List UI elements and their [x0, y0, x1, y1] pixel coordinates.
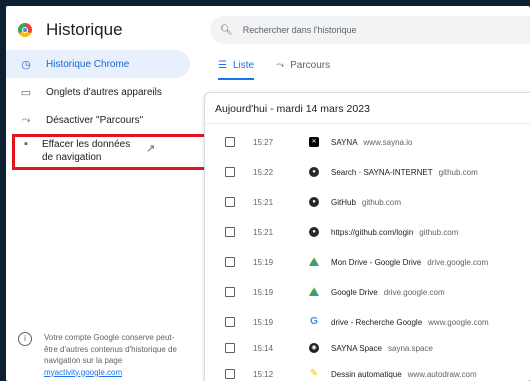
journeys-icon: ⤳	[276, 59, 285, 71]
tab-list[interactable]: ☰ Liste	[218, 50, 255, 80]
row-title[interactable]: SAYNA Space	[331, 344, 382, 353]
clock-icon: ◷	[21, 58, 31, 71]
tab-label: Liste	[232, 59, 255, 71]
row-title[interactable]: SAYNA	[331, 138, 358, 147]
row-time: 15:19	[253, 317, 274, 327]
row-title[interactable]: drive - Recherche Google	[331, 318, 422, 327]
history-row[interactable]: 15:19 G drive - Recherche Google www.goog…	[205, 311, 530, 333]
history-row[interactable]: 15:19 ▲ Mon Drive - Google Drive drive.go…	[205, 251, 530, 273]
row-time: 15:27	[253, 137, 274, 147]
row-time: 15:19	[253, 287, 274, 297]
row-time: 15:19	[253, 257, 274, 267]
row-time: 15:22	[253, 167, 274, 177]
myactivity-link[interactable]: myactivity.google.com	[44, 368, 122, 377]
row-domain: www.sayna.io	[363, 137, 413, 147]
sidebar-item-label: Onglets d'autres appareils	[46, 86, 162, 98]
row-title[interactable]: Search · SAYNA-INTERNET	[331, 168, 433, 177]
sidebar-item-disable-journeys[interactable]: ⤳ Désactiver "Parcours"	[6, 106, 190, 134]
date-header: Aujourd'hui - mardi 14 mars 2023	[215, 103, 370, 115]
history-row[interactable]: 15:14 ◉ SAYNA Space sayna.space	[205, 337, 530, 359]
sayna-space-icon: ◉	[309, 343, 319, 353]
drive-icon: ▲	[309, 257, 319, 266]
row-title[interactable]: Mon Drive - Google Drive	[331, 258, 421, 267]
search-icon: 🔍︎	[220, 24, 233, 36]
row-checkbox[interactable]	[225, 257, 235, 267]
history-row[interactable]: 15:22 ● Search · SAYNA-INTERNET github.co…	[205, 161, 530, 183]
sidebar-item-label: Désactiver "Parcours"	[46, 114, 144, 126]
history-row[interactable]: 15:19 ▲ Google Drive drive.google.com	[205, 281, 530, 303]
history-row[interactable]: 15:12 ✎ Dessin automatique www.autodraw.c…	[205, 363, 530, 381]
app-header: Historique	[18, 18, 123, 42]
sayna-icon: ✕	[309, 137, 319, 147]
row-checkbox[interactable]	[225, 227, 235, 237]
row-checkbox[interactable]	[225, 167, 235, 177]
row-checkbox[interactable]	[225, 137, 235, 147]
history-page: Historique ◷ Historique Chrome ▭ Onglets…	[6, 6, 530, 381]
journeys-off-icon: ⤳	[21, 113, 31, 126]
devices-icon: ▭	[20, 86, 32, 99]
row-title[interactable]: Google Drive	[331, 288, 378, 297]
sidebar-item-other-devices[interactable]: ▭ Onglets d'autres appareils	[6, 78, 190, 106]
row-title[interactable]: Dessin automatique	[331, 370, 402, 379]
drive-icon: ▲	[309, 287, 319, 296]
search-input[interactable]	[240, 24, 505, 36]
info-icon: i	[18, 332, 32, 346]
row-domain: www.autodraw.com	[407, 369, 477, 379]
row-domain: www.google.com	[428, 317, 489, 327]
row-time: 15:21	[253, 197, 274, 207]
sidebar-item-label: Historique Chrome	[46, 58, 130, 70]
google-icon: G	[310, 316, 318, 327]
row-time: 15:21	[253, 227, 274, 237]
row-title[interactable]: https://github.com/login	[331, 228, 413, 237]
row-checkbox[interactable]	[225, 317, 235, 327]
github-icon: ●	[309, 227, 319, 237]
tab-label: Parcours	[290, 59, 331, 71]
row-checkbox[interactable]	[225, 343, 235, 353]
list-icon: ☰	[218, 59, 227, 71]
github-icon: ●	[309, 167, 319, 177]
history-card: Aujourd'hui - mardi 14 mars 2023 15:27 ✕…	[204, 92, 530, 381]
row-checkbox[interactable]	[225, 197, 235, 207]
footer-text: Votre compte Google conserve peut-être d…	[44, 333, 177, 377]
github-icon: ●	[309, 197, 319, 207]
row-time: 15:12	[253, 369, 274, 379]
divider	[205, 123, 530, 124]
chrome-logo-icon	[18, 23, 32, 37]
row-domain: sayna.space	[388, 343, 433, 353]
page-title: Historique	[46, 20, 123, 39]
history-row[interactable]: 15:27 ✕ SAYNA www.sayna.io	[205, 131, 530, 153]
autodraw-icon: ✎	[309, 368, 319, 379]
main-content: 🔍︎ ☰ Liste ⤳ Parcours Aujourd'hui - mard…	[198, 6, 530, 381]
highlight-annotation-box	[12, 134, 210, 170]
sidebar-footer: i Votre compte Google conserve peut-être…	[18, 332, 188, 378]
sidebar: Historique ◷ Historique Chrome ▭ Onglets…	[6, 6, 210, 381]
row-domain: github.com	[361, 197, 402, 207]
row-checkbox[interactable]	[225, 369, 235, 379]
sidebar-item-chrome-history[interactable]: ◷ Historique Chrome	[6, 50, 190, 78]
row-checkbox[interactable]	[225, 287, 235, 297]
row-domain: drive.google.com	[383, 287, 445, 297]
row-domain: github.com	[438, 167, 478, 177]
row-domain: drive.google.com	[427, 257, 489, 267]
history-row[interactable]: 15:21 ● GitHub github.com	[205, 191, 530, 213]
row-title[interactable]: GitHub	[331, 198, 356, 207]
view-tabs: ☰ Liste ⤳ Parcours	[218, 50, 352, 80]
search-bar[interactable]: 🔍︎	[210, 16, 530, 44]
row-domain: github.com	[419, 227, 459, 237]
history-row[interactable]: 15:21 ● https://github.com/login github.c…	[205, 221, 530, 243]
row-time: 15:14	[253, 343, 274, 353]
tab-journeys[interactable]: ⤳ Parcours	[276, 50, 330, 80]
